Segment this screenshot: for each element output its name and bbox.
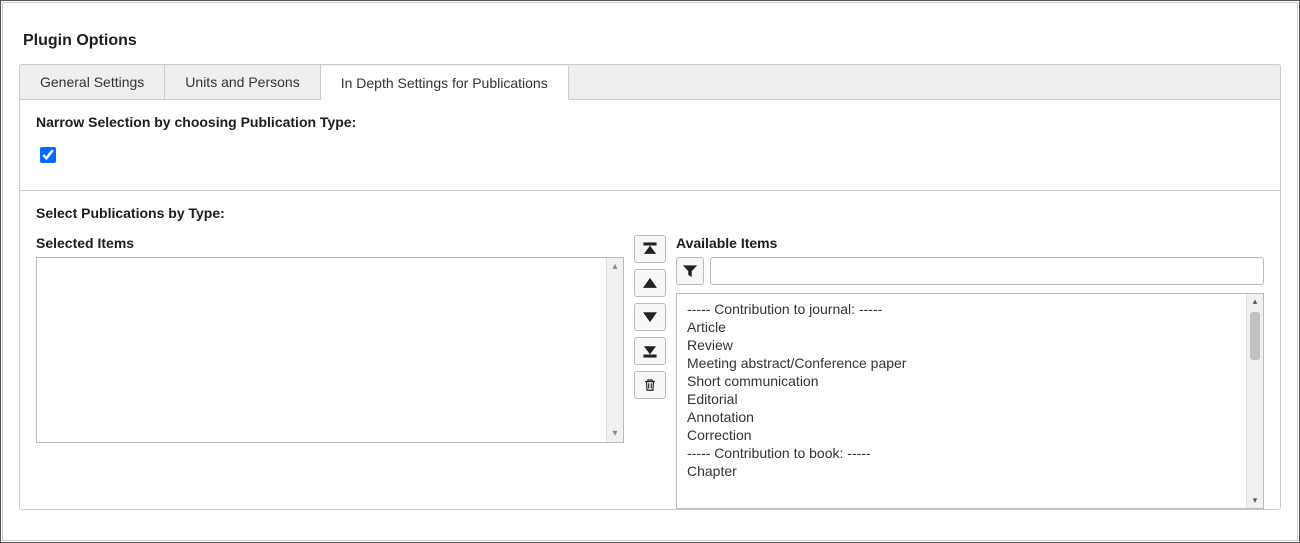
select-by-type-label: Select Publications by Type: [36,205,1264,221]
page-title: Plugin Options [19,32,1281,50]
list-item[interactable]: Review [687,336,1237,354]
scrollbar[interactable]: ▴ ▾ [1246,294,1263,508]
list-item[interactable]: Meeting abstract/Conference paper [687,354,1237,372]
list-item[interactable]: ----- Contribution to journal: ----- [687,300,1237,318]
selected-items-title: Selected Items [36,235,624,251]
move-up-button[interactable] [634,269,666,297]
available-items-listbox: ----- Contribution to journal: -----Arti… [676,293,1264,509]
tab-label: Units and Persons [185,74,299,90]
move-up-icon [643,276,657,290]
list-item[interactable]: Short communication [687,372,1237,390]
list-item[interactable]: Annotation [687,408,1237,426]
available-column: Available Items ----- Contribution to jo… [676,235,1264,509]
move-down-button[interactable] [634,303,666,331]
remove-button[interactable] [634,371,666,399]
move-down-icon [643,310,657,324]
move-bottom-button[interactable] [634,337,666,365]
dual-listbox: Selected Items ▴ ▾ [36,235,1264,509]
scroll-down-arrow-icon: ▾ [1247,495,1263,506]
tab-label: In Depth Settings for Publications [341,75,548,91]
filter-row [676,257,1264,285]
available-items-title: Available Items [676,235,1264,251]
scrollbar-thumb[interactable] [1250,312,1260,360]
plugin-options-panel: Plugin Options General Settings Units an… [19,16,1281,540]
move-top-button[interactable] [634,235,666,263]
list-item[interactable]: Correction [687,426,1237,444]
list-item[interactable]: Chapter [687,462,1237,480]
trash-icon [643,378,657,392]
tab-in-depth-settings[interactable]: In Depth Settings for Publications [321,66,569,100]
narrow-section: Narrow Selection by choosing Publication… [20,100,1280,191]
tab-label: General Settings [40,74,144,90]
scroll-up-arrow-icon: ▴ [1247,296,1263,307]
narrow-selection-label: Narrow Selection by choosing Publication… [36,114,1264,130]
scroll-down-arrow-icon: ▾ [612,428,617,439]
move-bottom-icon [643,344,657,358]
filter-input[interactable] [710,257,1264,285]
filter-icon [683,264,697,278]
selected-items-listbox[interactable]: ▴ ▾ [36,257,624,443]
scrollbar[interactable]: ▴ ▾ [606,258,623,442]
window-border: Plugin Options General Settings Units an… [0,0,1300,543]
card: Plugin Options General Settings Units an… [2,2,1298,541]
tab-panel: Narrow Selection by choosing Publication… [19,99,1281,510]
list-item[interactable]: ----- Contribution to book: ----- [687,444,1237,462]
filter-button[interactable] [676,257,704,285]
move-top-icon [643,242,657,256]
reorder-buttons [634,235,666,399]
tab-general-settings[interactable]: General Settings [20,65,165,99]
list-item[interactable]: Editorial [687,390,1237,408]
list-item[interactable]: Article [687,318,1237,336]
select-by-type-section: Select Publications by Type: Selected It… [20,191,1280,509]
tabs-container: General Settings Units and Persons In De… [19,64,1281,99]
tab-units-and-persons[interactable]: Units and Persons [165,65,320,99]
available-items-list[interactable]: ----- Contribution to journal: -----Arti… [677,294,1247,508]
selected-column: Selected Items ▴ ▾ [36,235,624,443]
narrow-selection-checkbox[interactable] [40,147,56,163]
scroll-up-arrow-icon: ▴ [612,261,617,272]
